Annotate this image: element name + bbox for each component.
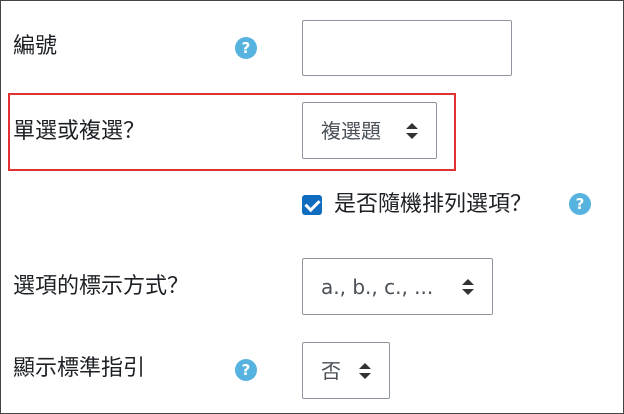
numbering-select[interactable]: a., b., c., ... bbox=[302, 258, 493, 315]
shuffle-checkbox[interactable] bbox=[302, 195, 322, 215]
question-settings-form: 編號 ? 單選或複選？ 複選題 是否隨機排列選項？ ? 選項的標示方式？ a.,… bbox=[0, 0, 624, 414]
show-instructions-label: 顯示標準指引 bbox=[13, 356, 146, 381]
shuffle-label: 是否隨機排列選項？ bbox=[334, 192, 533, 217]
single-multi-label: 單選或複選？ bbox=[13, 119, 146, 144]
single-multi-select[interactable]: 複選題 bbox=[302, 102, 437, 159]
number-input[interactable] bbox=[302, 20, 512, 76]
number-label: 編號 bbox=[13, 34, 58, 59]
show-instructions-select[interactable]: 否 bbox=[302, 342, 390, 399]
single-multi-value: 複選題 bbox=[321, 119, 381, 143]
select-arrows-icon bbox=[406, 122, 418, 139]
number-help-icon[interactable]: ? bbox=[235, 37, 257, 59]
show-instructions-value: 否 bbox=[321, 359, 341, 383]
select-arrows-icon bbox=[462, 278, 474, 295]
select-arrows-icon bbox=[359, 362, 371, 379]
show-instructions-help-icon[interactable]: ? bbox=[235, 359, 257, 381]
numbering-value: a., b., c., ... bbox=[321, 275, 434, 299]
shuffle-help-icon[interactable]: ? bbox=[569, 193, 591, 215]
numbering-label: 選項的標示方式？ bbox=[13, 274, 190, 299]
